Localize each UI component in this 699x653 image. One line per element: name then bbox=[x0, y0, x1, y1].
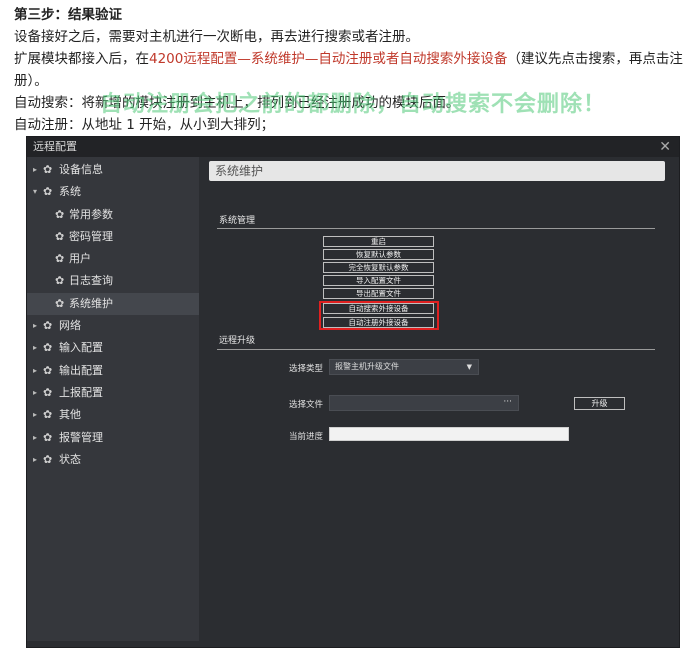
sidebar-item-label: 设备信息 bbox=[59, 163, 103, 176]
gear-icon: ✿ bbox=[55, 274, 65, 288]
highlight-path: 4200远程配置—系统维护—自动注册或者自动搜索外接设备 bbox=[149, 51, 508, 67]
system-maintenance-panel: 系统维护 系统管理 重启 恢复默认参数 完全恢复默认参数 导入配置文件 导出配置… bbox=[205, 157, 679, 647]
instruction-line-2: 扩展模块都接入后，在4200远程配置—系统维护—自动注册或者自动搜索外接设备（建… bbox=[14, 48, 694, 70]
gear-icon: ✿ bbox=[55, 252, 65, 266]
line2-suffix: （建议先点击搜索，再点击注 bbox=[507, 51, 683, 67]
sidebar-item-7[interactable]: ▸ ✿ 网络 bbox=[27, 315, 199, 337]
gear-icon: ✿ bbox=[43, 452, 53, 466]
auto-register-devices-button[interactable]: 自动注册外接设备 bbox=[323, 317, 434, 328]
chevron-right-icon[interactable]: ▸ bbox=[33, 427, 37, 449]
select-file-label: 选择文件 bbox=[289, 400, 324, 410]
sidebar-item-1[interactable]: ▾ ✿ 系统 bbox=[27, 181, 199, 203]
caret-down-icon: ▼ bbox=[466, 363, 472, 371]
chevron-right-icon[interactable]: ▸ bbox=[33, 404, 37, 426]
sidebar-item-8[interactable]: ▸ ✿ 输入配置 bbox=[27, 337, 199, 359]
instruction-text: 第三步：结果验证 设备接好之后，需要对主机进行一次断电，再去进行搜索或者注册。 … bbox=[14, 4, 694, 136]
sidebar-item-12[interactable]: ▸ ✿ 报警管理 bbox=[27, 427, 199, 449]
sidebar-item-label: 系统 bbox=[59, 185, 81, 199]
gear-icon: ✿ bbox=[43, 163, 53, 176]
upgrade-progress-bar bbox=[329, 427, 569, 441]
sidebar-item-label: 状态 bbox=[59, 452, 81, 466]
select-type-label: 选择类型 bbox=[289, 364, 324, 374]
chevron-right-icon[interactable]: ▸ bbox=[33, 360, 37, 382]
upgrade-type-select[interactable]: 报警主机升级文件 ▼ bbox=[329, 359, 479, 375]
line2-prefix: 扩展模块都接入后，在 bbox=[14, 51, 149, 67]
close-icon[interactable]: ✕ bbox=[659, 137, 671, 157]
sidebar-item-13[interactable]: ▸ ✿ 状态 bbox=[27, 449, 199, 471]
sidebar-item-label: 其他 bbox=[59, 408, 81, 422]
dialog-title: 远程配置 bbox=[33, 140, 77, 153]
sidebar-item-label: 输出配置 bbox=[59, 363, 103, 377]
sidebar-item-label: 网络 bbox=[59, 319, 81, 333]
sidebar-item-label: 报警管理 bbox=[59, 430, 103, 444]
upgrade-button[interactable]: 升级 bbox=[574, 397, 625, 410]
sidebar-item-label: 密码管理 bbox=[69, 229, 113, 243]
gear-icon: ✿ bbox=[55, 207, 65, 221]
sidebar-item-label: 常用参数 bbox=[69, 207, 113, 221]
chevron-right-icon[interactable]: ▸ bbox=[33, 315, 37, 337]
sidebar-item-2[interactable]: ✿ 常用参数 bbox=[27, 204, 199, 226]
config-sidebar: ▸ ✿ 设备信息 ▾ ✿ 系统 ✿ 常用参数 ✿ 密码管理 ✿ 用户 ✿ 日志查询 ✿ 系统维护 ▸ ✿ 网络 ▸ ✿ 输… bbox=[27, 157, 199, 641]
gear-icon: ✿ bbox=[43, 341, 53, 355]
sidebar-item-3[interactable]: ✿ 密码管理 bbox=[27, 226, 199, 248]
sidebar-item-10[interactable]: ▸ ✿ 上报配置 bbox=[27, 382, 199, 404]
full-restore-default-button[interactable]: 完全恢复默认参数 bbox=[323, 262, 434, 273]
sidebar-item-4[interactable]: ✿ 用户 bbox=[27, 248, 199, 270]
step-title: 第三步：结果验证 bbox=[14, 7, 122, 23]
chevron-right-icon[interactable]: ▸ bbox=[33, 337, 37, 359]
upgrade-type-value: 报警主机升级文件 bbox=[335, 362, 399, 371]
file-path-input[interactable]: ··· bbox=[329, 395, 519, 411]
gear-icon: ✿ bbox=[55, 296, 65, 310]
gear-icon: ✿ bbox=[43, 408, 53, 422]
remote-upgrade-label: 远程升级 bbox=[219, 336, 256, 346]
sidebar-item-label: 日志查询 bbox=[69, 274, 113, 288]
reboot-button[interactable]: 重启 bbox=[323, 236, 434, 247]
chevron-right-icon[interactable]: ▸ bbox=[33, 382, 37, 404]
instruction-line-5: 自动注册：从地址 1 开始，从小到大排列； bbox=[14, 117, 275, 133]
import-config-button[interactable]: 导入配置文件 bbox=[323, 275, 434, 286]
gear-icon: ✿ bbox=[43, 363, 53, 377]
sidebar-item-label: 用户 bbox=[69, 252, 91, 266]
sidebar-item-label: 输入配置 bbox=[59, 341, 103, 355]
gear-icon: ✿ bbox=[43, 430, 53, 444]
sidebar-item-5[interactable]: ✿ 日志查询 bbox=[27, 270, 199, 292]
divider bbox=[217, 228, 655, 229]
section-title: 系统维护 bbox=[209, 161, 665, 181]
progress-label: 当前进度 bbox=[289, 432, 324, 442]
gear-icon: ✿ bbox=[55, 229, 65, 243]
export-config-button[interactable]: 导出配置文件 bbox=[323, 288, 434, 299]
instruction-line-4: 自动搜索：将新增的模块注册到主机上，排列到已经注册成功的模块后面。 bbox=[14, 95, 460, 111]
sidebar-item-label: 系统维护 bbox=[69, 296, 113, 310]
sidebar-item-11[interactable]: ▸ ✿ 其他 bbox=[27, 404, 199, 426]
instruction-line-1: 设备接好之后，需要对主机进行一次断电，再去进行搜索或者注册。 bbox=[14, 29, 419, 45]
instruction-line-3: 册）。 bbox=[14, 73, 48, 89]
auto-search-devices-button[interactable]: 自动搜索外接设备 bbox=[323, 303, 434, 314]
gear-icon: ✿ bbox=[43, 319, 53, 333]
restore-default-button[interactable]: 恢复默认参数 bbox=[323, 249, 434, 260]
chevron-right-icon[interactable]: ▸ bbox=[33, 449, 37, 471]
dialog-titlebar: 远程配置 ✕ bbox=[27, 137, 679, 157]
sidebar-item-label: 上报配置 bbox=[59, 385, 103, 399]
browse-icon[interactable]: ··· bbox=[503, 396, 512, 408]
sidebar-item-0[interactable]: ▸ ✿ 设备信息 bbox=[27, 159, 199, 181]
chevron-down-icon[interactable]: ▾ bbox=[33, 181, 37, 203]
remote-config-dialog: 远程配置 ✕ ▸ ✿ 设备信息 ▾ ✿ 系统 ✿ 常用参数 ✿ 密码管理 ✿ 用户 ✿ 日志查询 ✿ 系统维护… bbox=[26, 136, 680, 648]
gear-icon: ✿ bbox=[43, 385, 53, 399]
gear-icon: ✿ bbox=[43, 185, 53, 199]
system-mgmt-label: 系统管理 bbox=[219, 216, 256, 226]
sidebar-item-6[interactable]: ✿ 系统维护 bbox=[27, 292, 199, 316]
chevron-right-icon[interactable]: ▸ bbox=[33, 159, 37, 181]
sidebar-item-9[interactable]: ▸ ✿ 输出配置 bbox=[27, 360, 199, 382]
divider bbox=[217, 349, 655, 350]
